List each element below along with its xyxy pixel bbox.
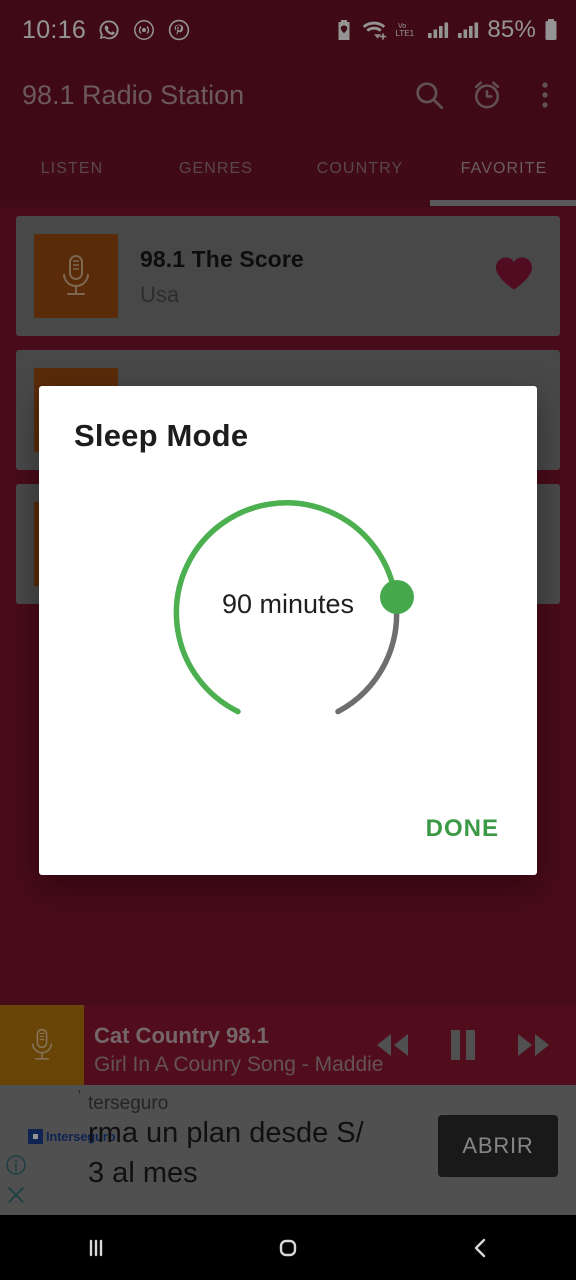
sleep-timer-value: 90 minutes — [221, 589, 355, 619]
back-button[interactable] — [384, 1233, 576, 1263]
system-nav-bar — [0, 1215, 576, 1280]
recents-icon — [89, 1239, 103, 1256]
phone-screen: 10:16 Vo LTE1 85% 98.1 Radio Station LIS… — [0, 0, 576, 1280]
sleep-timer-dial[interactable]: 90 minutes — [39, 464, 537, 764]
sleep-mode-dialog: Sleep Mode 90 minutes DONE — [39, 386, 537, 875]
dialog-title: Sleep Mode — [74, 418, 249, 453]
recents-button[interactable] — [0, 1233, 192, 1263]
home-button[interactable] — [192, 1233, 384, 1263]
home-icon — [279, 1239, 297, 1256]
back-icon — [474, 1238, 486, 1257]
done-button[interactable]: DONE — [418, 805, 507, 853]
